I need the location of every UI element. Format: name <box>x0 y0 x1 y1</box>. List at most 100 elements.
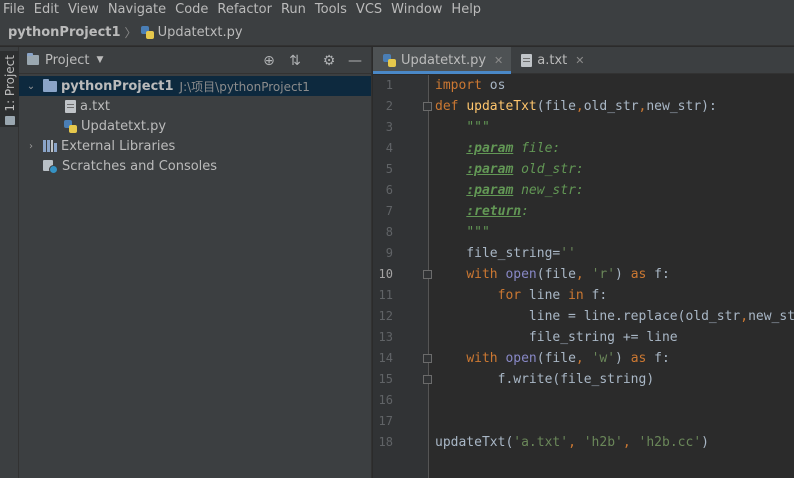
line-number: 17 <box>378 414 393 428</box>
code-text: file_string += line <box>435 330 678 345</box>
line-number: 2 <box>385 99 393 113</box>
root-project-path: J:\项目\pythonProject1 <box>179 79 310 94</box>
line-number: 1 <box>385 78 393 92</box>
code-line[interactable]: 1 import os <box>373 75 794 96</box>
code-text: :param file: <box>466 141 561 156</box>
code-line[interactable]: 3 """ <box>373 117 794 138</box>
tree-file-updatetxt[interactable]: Updatetxt.py <box>19 116 371 136</box>
fold-marker-icon[interactable] <box>423 102 432 111</box>
menu-window[interactable]: Window <box>387 0 447 20</box>
breadcrumb: pythonProject1 〉 Updatetxt.py <box>0 20 794 46</box>
line-number: 3 <box>385 120 393 134</box>
code-line[interactable]: 6 :param new_str: <box>373 180 794 201</box>
project-view-icon <box>27 53 39 65</box>
fold-marker-icon[interactable] <box>423 354 432 363</box>
menu-tools[interactable]: Tools <box>311 0 352 20</box>
project-panel-header: Project ▼ ⊕ ⇅ ⚙ — <box>19 47 371 74</box>
line-number: 6 <box>385 183 393 197</box>
expanded-arrow-icon[interactable]: ⌄ <box>23 81 39 92</box>
folder-icon <box>4 115 15 125</box>
text-file-icon <box>521 54 533 67</box>
line-number: 5 <box>385 162 393 176</box>
project-tool-window-button[interactable]: 1: Project <box>0 51 19 127</box>
editor-tab-bar: Updatetxt.py ✕ a.txt ✕ <box>373 47 794 74</box>
code-line[interactable]: 12 line = line.replace(old_str,new_str) <box>373 306 794 327</box>
tree-external-libraries[interactable]: › External Libraries <box>19 136 371 156</box>
project-tree: ⌄ pythonProject1 J:\项目\pythonProject1 a.… <box>19 74 371 176</box>
python-file-icon <box>383 54 396 67</box>
code-text: file_string='' <box>435 246 576 261</box>
code-line[interactable]: 11 for line in f: <box>373 285 794 306</box>
project-panel-toolbar: ⊕ ⇅ ⚙ — <box>253 47 365 74</box>
tab-a-txt[interactable]: a.txt ✕ <box>511 47 592 74</box>
code-line[interactable]: 16 <box>373 390 794 411</box>
project-panel: Project ▼ ⊕ ⇅ ⚙ — ⌄ pythonProject1 J:\项目… <box>19 47 372 478</box>
menu-help[interactable]: Help <box>447 0 486 20</box>
fold-marker-icon[interactable] <box>423 270 432 279</box>
menu-file[interactable]: File <box>0 0 30 20</box>
text-file-icon <box>65 99 76 113</box>
scratches-icon <box>43 159 58 174</box>
menu-run[interactable]: Run <box>277 0 311 20</box>
code-text: f.write(file_string) <box>435 372 655 387</box>
code-editor[interactable]: 1 import os 2 def updateTxt(file,old_str,ne… <box>373 75 794 478</box>
menu-view[interactable]: View <box>64 0 104 20</box>
breadcrumb-file[interactable]: Updatetxt.py <box>140 25 243 40</box>
menu-bar: File Edit View Navigate Code Refactor Ru… <box>0 0 794 20</box>
menu-vcs[interactable]: VCS <box>352 0 387 20</box>
collapse-all-icon[interactable]: ⇅ <box>285 51 305 71</box>
code-text: :param old_str: <box>466 162 584 177</box>
close-icon[interactable]: ✕ <box>575 54 584 67</box>
project-view-selector[interactable]: Project <box>45 53 89 68</box>
breadcrumb-separator-icon: 〉 <box>124 26 137 40</box>
code-text: updateTxt('a.txt', 'h2b', 'h2b.cc') <box>435 435 709 450</box>
code-text: :param new_str: <box>466 183 584 198</box>
code-text: with open(file, 'r') as f: <box>466 267 670 282</box>
breadcrumb-file-label: Updatetxt.py <box>157 25 243 40</box>
line-number: 14 <box>378 351 393 365</box>
code-text: line = line.replace(old_str,new_str) <box>435 309 794 324</box>
menu-refactor[interactable]: Refactor <box>213 0 277 20</box>
chevron-down-icon[interactable]: ▼ <box>96 55 103 65</box>
code-line[interactable]: 9 file_string='' <box>373 243 794 264</box>
code-text: for line in f: <box>497 288 608 303</box>
locate-file-icon[interactable]: ⊕ <box>259 51 279 71</box>
left-tool-stripe: 1: Project <box>0 47 19 478</box>
line-number: 10 <box>378 267 393 281</box>
line-number: 7 <box>385 204 393 218</box>
tree-root-project[interactable]: ⌄ pythonProject1 J:\项目\pythonProject1 <box>19 76 371 96</box>
line-number: 8 <box>385 225 393 239</box>
code-line[interactable]: 7 :return: <box>373 201 794 222</box>
menu-edit[interactable]: Edit <box>30 0 64 20</box>
menu-code[interactable]: Code <box>171 0 213 20</box>
code-text: """ <box>466 120 490 135</box>
code-line[interactable]: 14 with open(file, 'w') as f: <box>373 348 794 369</box>
code-line[interactable]: 4 :param file: <box>373 138 794 159</box>
fold-marker-icon[interactable] <box>423 375 432 384</box>
menu-navigate[interactable]: Navigate <box>104 0 171 20</box>
code-line[interactable]: 13 file_string += line <box>373 327 794 348</box>
gear-icon[interactable]: ⚙ <box>319 51 339 71</box>
python-file-icon <box>64 119 77 133</box>
project-tool-window-label: 1: Project <box>2 55 17 112</box>
tree-scratches-consoles[interactable]: Scratches and Consoles <box>19 156 371 176</box>
code-line[interactable]: 18 updateTxt('a.txt', 'h2b', 'h2b.cc') <box>373 432 794 453</box>
breadcrumb-project[interactable]: pythonProject1 <box>8 25 121 40</box>
collapsed-arrow-icon[interactable]: › <box>23 141 39 152</box>
close-icon[interactable]: ✕ <box>494 54 503 67</box>
code-line[interactable]: 17 <box>373 411 794 432</box>
code-line[interactable]: 8 """ <box>373 222 794 243</box>
code-text: :return: <box>466 204 529 219</box>
folder-icon <box>43 78 57 92</box>
code-line[interactable]: 10 with open(file, 'r') as f: <box>373 264 794 285</box>
code-text: import os <box>435 78 506 93</box>
tab-updatetxt[interactable]: Updatetxt.py ✕ <box>373 47 512 74</box>
line-number: 12 <box>378 309 393 323</box>
code-text: """ <box>466 225 490 240</box>
tree-file-a-txt[interactable]: a.txt <box>19 96 371 116</box>
scratches-label: Scratches and Consoles <box>62 158 218 174</box>
code-line[interactable]: 5 :param old_str: <box>373 159 794 180</box>
hide-icon[interactable]: — <box>345 51 365 71</box>
code-line[interactable]: 15 f.write(file_string) <box>373 369 794 390</box>
code-line[interactable]: 2 def updateTxt(file,old_str,new_str): <box>373 96 794 117</box>
